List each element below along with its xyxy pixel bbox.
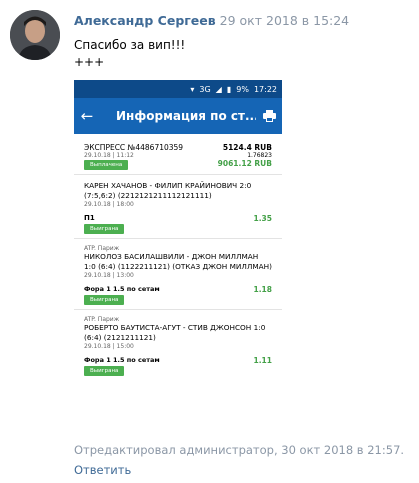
status-badge: Выиграна <box>84 366 125 376</box>
print-icon <box>256 107 282 126</box>
event-bet: Фора 1 1.5 по сетам <box>84 285 160 293</box>
event-odds: 1.11 <box>253 356 272 365</box>
status-badge: Выиграна <box>84 295 125 305</box>
author-name[interactable]: Александр Сергеев <box>74 13 216 28</box>
divider <box>74 174 282 175</box>
express-payout: 9061.12 RUB <box>217 159 272 168</box>
app-title: Информация по ст... <box>116 109 256 123</box>
post-text-line: Спасибо за вип!!! <box>74 38 186 52</box>
express-title: ЭКСПРЕСС №4486710359 <box>84 143 184 152</box>
express-datetime: 29.10.18 | 11:12 <box>84 152 134 159</box>
event-title: РОБЕРТО БАУТИСТА-АГУТ - СТИВ ДЖОНСОН 1:0… <box>84 323 266 342</box>
attached-screenshot[interactable]: ▾ 3G ◢ ▮ 9% 17:22 ← Информация по ст... … <box>74 80 282 432</box>
event-bet-row: Фора 1 1.5 по сетам 1.18 <box>84 285 272 294</box>
signal-icon: ◢ <box>215 84 222 94</box>
express-result: Выплачена 9061.12 RUB <box>84 159 272 170</box>
event-title: КАРЕН ХАЧАНОВ - ФИЛИП КРАЙИНОВИЧ 2:0 (7:… <box>84 181 252 200</box>
event-bet-row: П1 1.35 <box>84 214 272 223</box>
event-odds: 1.35 <box>253 214 272 223</box>
event-bet: Фора 1 1.5 по сетам <box>84 356 160 364</box>
post-date[interactable]: 29 окт 2018 в 15:24 <box>220 13 349 28</box>
event-category: ATP. Париж <box>84 245 120 252</box>
express-meta: 29.10.18 | 11:12 1.76823 <box>84 152 272 159</box>
express-odds: 1.76823 <box>247 152 272 159</box>
event-datetime: 29.10.18 | 13:00 <box>84 272 134 279</box>
avatar-photo <box>10 10 60 60</box>
phone-status-bar: ▾ 3G ◢ ▮ 9% 17:22 <box>74 80 282 98</box>
avatar[interactable] <box>10 10 60 60</box>
event-item: КАРЕН ХАЧАНОВ - ФИЛИП КРАЙИНОВИЧ 2:0 (7:… <box>84 181 272 234</box>
network-label: 3G <box>199 84 211 94</box>
event-datetime: 29.10.18 | 15:00 <box>84 343 134 350</box>
event-item: ATP. Париж НИКОЛОЗ БАСИЛАШВИЛИ - ДЖОН МИ… <box>84 245 272 305</box>
bet-details: ЭКСПРЕСС №4486710359 5124.4 RUB 29.10.18… <box>74 143 282 376</box>
reply-link[interactable]: Ответить <box>74 463 131 477</box>
event-odds: 1.18 <box>253 285 272 294</box>
event-title: НИКОЛОЗ БАСИЛАШВИЛИ - ДЖОН МИЛЛМАН 1:0 (… <box>84 252 272 271</box>
battery-level: 9% <box>236 84 249 94</box>
wifi-icon: ▾ <box>190 84 195 94</box>
event-item: ATP. Париж РОБЕРТО БАУТИСТА-АГУТ - СТИВ … <box>84 316 272 376</box>
express-stake: 5124.4 RUB <box>222 143 272 152</box>
app-bar: ← Информация по ст... <box>74 98 282 134</box>
post-header: Александр Сергеев 29 окт 2018 в 15:24 <box>74 13 349 28</box>
clock: 17:22 <box>253 84 277 94</box>
divider <box>74 238 282 239</box>
divider <box>74 309 282 310</box>
status-badge: Выплачена <box>84 160 129 170</box>
event-bet: П1 <box>84 214 95 222</box>
event-category: ATP. Париж <box>84 316 120 323</box>
express-header: ЭКСПРЕСС №4486710359 5124.4 RUB <box>84 143 272 152</box>
event-bet-row: Фора 1 1.5 по сетам 1.11 <box>84 356 272 365</box>
post-text-line: +++ <box>74 55 105 69</box>
back-arrow-icon: ← <box>80 107 94 125</box>
event-datetime: 29.10.18 | 18:00 <box>84 201 134 208</box>
post-text: Спасибо за вип!!! +++ <box>74 37 185 71</box>
edited-note: Отредактировал администратор, 30 окт 201… <box>74 443 405 457</box>
battery-icon: ▮ <box>226 84 232 94</box>
status-badge: Выиграна <box>84 224 125 234</box>
